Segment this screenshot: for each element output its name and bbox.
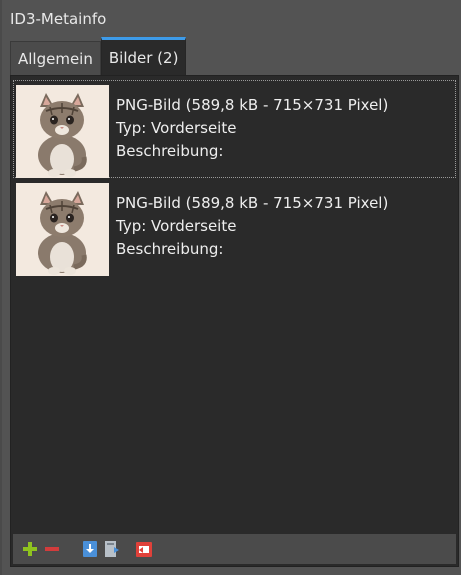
paste-picture-button[interactable] — [135, 540, 153, 558]
kitten-image — [16, 183, 109, 276]
picture-list[interactable]: PNG-Bild (589,8 kB - 715×731 Pixel) Typ:… — [13, 80, 456, 530]
picture-description: Beschreibung: — [116, 142, 224, 160]
panel-title: ID3-Metainfo — [10, 10, 107, 28]
pictures-toolbar — [13, 534, 456, 564]
import-picture-button[interactable] — [81, 540, 99, 558]
picture-format-size: PNG-Bild (589,8 kB - 715×731 Pixel) — [116, 96, 389, 114]
pictures-panel: PNG-Bild (589,8 kB - 715×731 Pixel) Typ:… — [10, 75, 459, 567]
picture-info: PNG-Bild (589,8 kB - 715×731 Pixel) Typ:… — [116, 192, 388, 261]
picture-thumbnail — [16, 183, 109, 276]
add-icon — [23, 542, 37, 556]
picture-thumbnail — [16, 85, 109, 178]
picture-info: PNG-Bild (589,8 kB - 715×731 Pixel) Typ:… — [116, 94, 388, 163]
tab-bar: Allgemein Bilder (2) — [10, 37, 187, 75]
export-icon — [105, 541, 119, 557]
remove-icon — [45, 547, 59, 551]
paste-icon — [136, 542, 152, 557]
kitten-image — [16, 85, 109, 178]
window-edge — [0, 0, 2, 575]
tab-general-label: Allgemein — [18, 49, 93, 68]
picture-item[interactable]: PNG-Bild (589,8 kB - 715×731 Pixel) Typ:… — [13, 178, 456, 276]
picture-format-size: PNG-Bild (589,8 kB - 715×731 Pixel) — [116, 194, 389, 212]
tab-pictures[interactable]: Bilder (2) — [100, 37, 187, 75]
tab-pictures-label: Bilder (2) — [108, 48, 179, 67]
import-icon — [83, 541, 97, 557]
picture-item[interactable]: PNG-Bild (589,8 kB - 715×731 Pixel) Typ:… — [13, 80, 456, 178]
picture-type: Typ: Vorderseite — [116, 119, 237, 137]
remove-picture-button[interactable] — [43, 540, 61, 558]
picture-type: Typ: Vorderseite — [116, 217, 237, 235]
picture-description: Beschreibung: — [116, 240, 224, 258]
export-picture-button[interactable] — [103, 540, 121, 558]
tab-general[interactable]: Allgemein — [10, 41, 101, 75]
add-picture-button[interactable] — [21, 540, 39, 558]
